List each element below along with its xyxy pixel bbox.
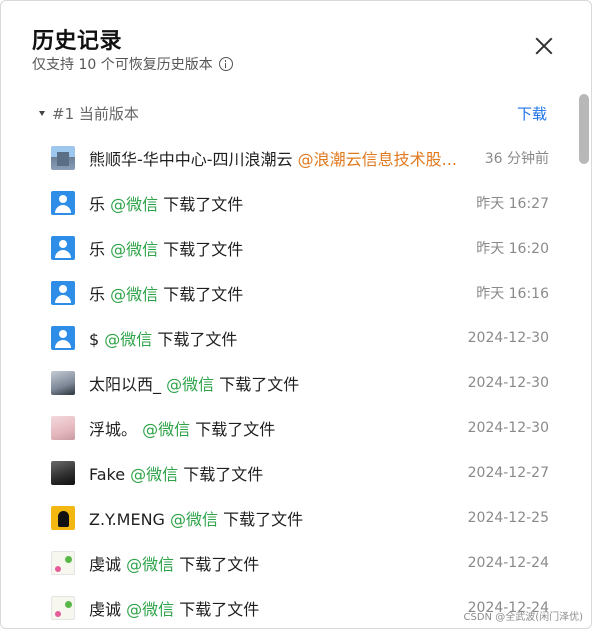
item-time: 36 分钟前	[484, 150, 549, 167]
version-row[interactable]: #1 当前版本 下载	[39, 102, 549, 124]
action-text: 下载了文件	[218, 509, 304, 529]
action-text: 下载了文件	[152, 329, 238, 349]
action-text: 下载了文件	[190, 419, 276, 439]
history-item-text: 虔诚 @微信 下载了文件	[89, 551, 456, 575]
history-item[interactable]: Z.Y.MENG @微信 下载了文件 2024-12-25	[51, 495, 549, 540]
mention: @微信	[110, 284, 159, 304]
user-name: 太阳以西_	[89, 374, 167, 394]
user-name: 乐	[89, 284, 111, 304]
history-item-text: $ @微信 下载了文件	[89, 326, 456, 350]
history-item-text: 虔诚 @微信 下载了文件	[89, 596, 456, 620]
user-name: $	[89, 329, 105, 349]
photo-avatar	[51, 415, 75, 440]
mention: @微信	[126, 599, 175, 619]
mention: @微信	[104, 329, 153, 349]
history-item-text: 乐 @微信 下载了文件	[89, 236, 464, 260]
action-text: 下载了文件	[214, 374, 300, 394]
dialog-title: 历史记录	[32, 29, 123, 54]
mention: @微信	[126, 554, 175, 574]
history-item-text: Fake @微信 下载了文件	[89, 461, 456, 485]
building-avatar	[51, 145, 75, 170]
mention: @微信	[110, 194, 159, 214]
history-item[interactable]: $ @微信 下载了文件 2024-12-30	[51, 315, 549, 360]
history-item[interactable]: 浮城。 @微信 下载了文件 2024-12-30	[51, 405, 549, 450]
dialog-subtitle: 仅支持 10 个可恢复历史版本	[32, 54, 233, 74]
user-name: 虔诚	[89, 599, 127, 619]
default-user-icon	[51, 280, 75, 305]
default-user-icon	[51, 235, 75, 260]
action-text: 下载了文件	[158, 284, 244, 304]
close-button[interactable]	[533, 35, 555, 57]
history-dialog: 历史记录 仅支持 10 个可恢复历史版本 #1 当前版本 下载 熊顺华-华中中心…	[0, 0, 592, 629]
history-item-text: 乐 @微信 下载了文件	[89, 191, 464, 215]
action-text: 下载了文件	[174, 599, 260, 619]
watermark: CSDN @全武波(闲门泽优)	[463, 612, 584, 623]
item-time: 2024-12-30	[467, 419, 549, 436]
yellow-avatar	[51, 505, 75, 530]
history-item[interactable]: 乐 @微信 下载了文件 昨天 16:16	[51, 270, 549, 315]
item-time: 2024-12-24	[467, 554, 549, 571]
caret-down-icon[interactable]	[39, 110, 45, 116]
history-item-text: Z.Y.MENG @微信 下载了文件	[89, 506, 456, 530]
history-item[interactable]: 乐 @微信 下载了文件 昨天 16:20	[51, 225, 549, 270]
user-name: 熊顺华-华中中心-四川浪潮云	[89, 149, 298, 169]
user-name: 浮城。	[89, 419, 143, 439]
action-text: 下载了文件	[174, 554, 260, 574]
info-icon[interactable]	[218, 57, 233, 71]
version-label: #1 当前版本	[52, 104, 139, 123]
mention: @微信	[142, 419, 191, 439]
item-time: 2024-12-30	[467, 329, 549, 346]
mention: @微信	[130, 464, 179, 484]
flower-avatar	[51, 595, 75, 620]
default-user-icon	[51, 190, 75, 215]
flower-avatar	[51, 550, 75, 575]
user-name: 乐	[89, 239, 111, 259]
history-item[interactable]: 虔诚 @微信 下载了文件 2024-12-24	[51, 540, 549, 585]
item-time: 昨天 16:27	[476, 195, 549, 212]
history-item[interactable]: 太阳以西_ @微信 下载了文件 2024-12-30	[51, 360, 549, 405]
user-name: Z.Y.MENG	[89, 509, 171, 529]
mention: @微信	[166, 374, 215, 394]
default-user-icon	[51, 325, 75, 350]
history-item[interactable]: Fake @微信 下载了文件 2024-12-27	[51, 450, 549, 495]
user-name: 乐	[89, 194, 111, 214]
history-item-text: 熊顺华-华中中心-四川浪潮云 @浪潮云信息技术股...	[89, 146, 473, 170]
item-time: 2024-12-25	[467, 509, 549, 526]
history-item[interactable]: 熊顺华-华中中心-四川浪潮云 @浪潮云信息技术股... 36 分钟前	[51, 135, 549, 180]
user-name: 虔诚	[89, 554, 127, 574]
user-name: Fake	[89, 464, 131, 484]
action-text: 下载了文件	[158, 239, 244, 259]
subtitle-text: 仅支持 10 个可恢复历史版本	[32, 57, 213, 73]
download-button[interactable]: 下载	[517, 103, 547, 124]
photo-avatar	[51, 460, 75, 485]
item-time: 2024-12-30	[467, 374, 549, 391]
photo-avatar	[51, 370, 75, 395]
action-text: 下载了文件	[178, 464, 264, 484]
mention: @浪潮云信息技术股...	[297, 149, 457, 169]
history-item-text: 太阳以西_ @微信 下载了文件	[89, 371, 456, 395]
mention: @微信	[170, 509, 219, 529]
item-time: 昨天 16:16	[476, 285, 549, 302]
item-time: 昨天 16:20	[476, 240, 549, 257]
action-text: 下载了文件	[158, 194, 244, 214]
history-item-text: 乐 @微信 下载了文件	[89, 281, 464, 305]
history-item-text: 浮城。 @微信 下载了文件	[89, 416, 456, 440]
scrollbar[interactable]	[579, 94, 589, 164]
history-item[interactable]: 乐 @微信 下载了文件 昨天 16:27	[51, 180, 549, 225]
item-time: 2024-12-27	[467, 464, 549, 481]
mention: @微信	[110, 239, 159, 259]
